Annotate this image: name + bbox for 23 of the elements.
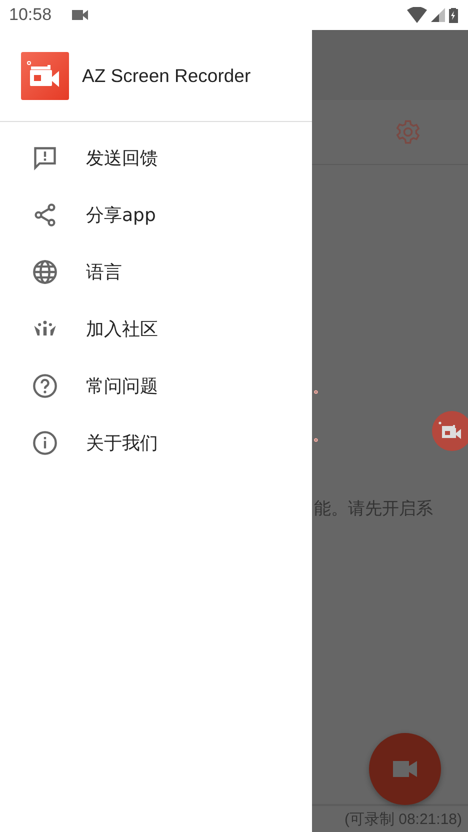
text-fragment: 。 <box>313 429 327 443</box>
app-logo-icon <box>21 52 69 100</box>
share-icon <box>32 202 58 228</box>
feedback-icon <box>32 144 58 170</box>
globe-icon <box>32 258 58 284</box>
floating-button[interactable] <box>432 411 468 451</box>
text-fragment: 。 <box>313 381 327 395</box>
menu-item[interactable]: 语言 <box>0 243 312 300</box>
menu-item[interactable]: 常问问题 <box>0 357 312 414</box>
wifi-icon <box>407 7 427 23</box>
status-time: 10:58 <box>9 5 52 25</box>
menu-item[interactable]: 分享app <box>0 186 312 243</box>
settings-icon[interactable] <box>395 119 421 145</box>
app-name: AZ Screen Recorder <box>82 64 251 86</box>
menu-item[interactable]: 加入社区 <box>0 300 312 357</box>
signal-icon <box>431 8 445 22</box>
menu-item[interactable]: 关于我们 <box>0 414 312 471</box>
menu-item[interactable]: 发送回馈 <box>0 129 312 186</box>
help-icon <box>32 372 58 398</box>
video-camera-icon <box>72 9 88 21</box>
info-icon <box>32 430 58 456</box>
video-camera-icon <box>393 761 417 777</box>
battery-icon <box>449 7 458 23</box>
